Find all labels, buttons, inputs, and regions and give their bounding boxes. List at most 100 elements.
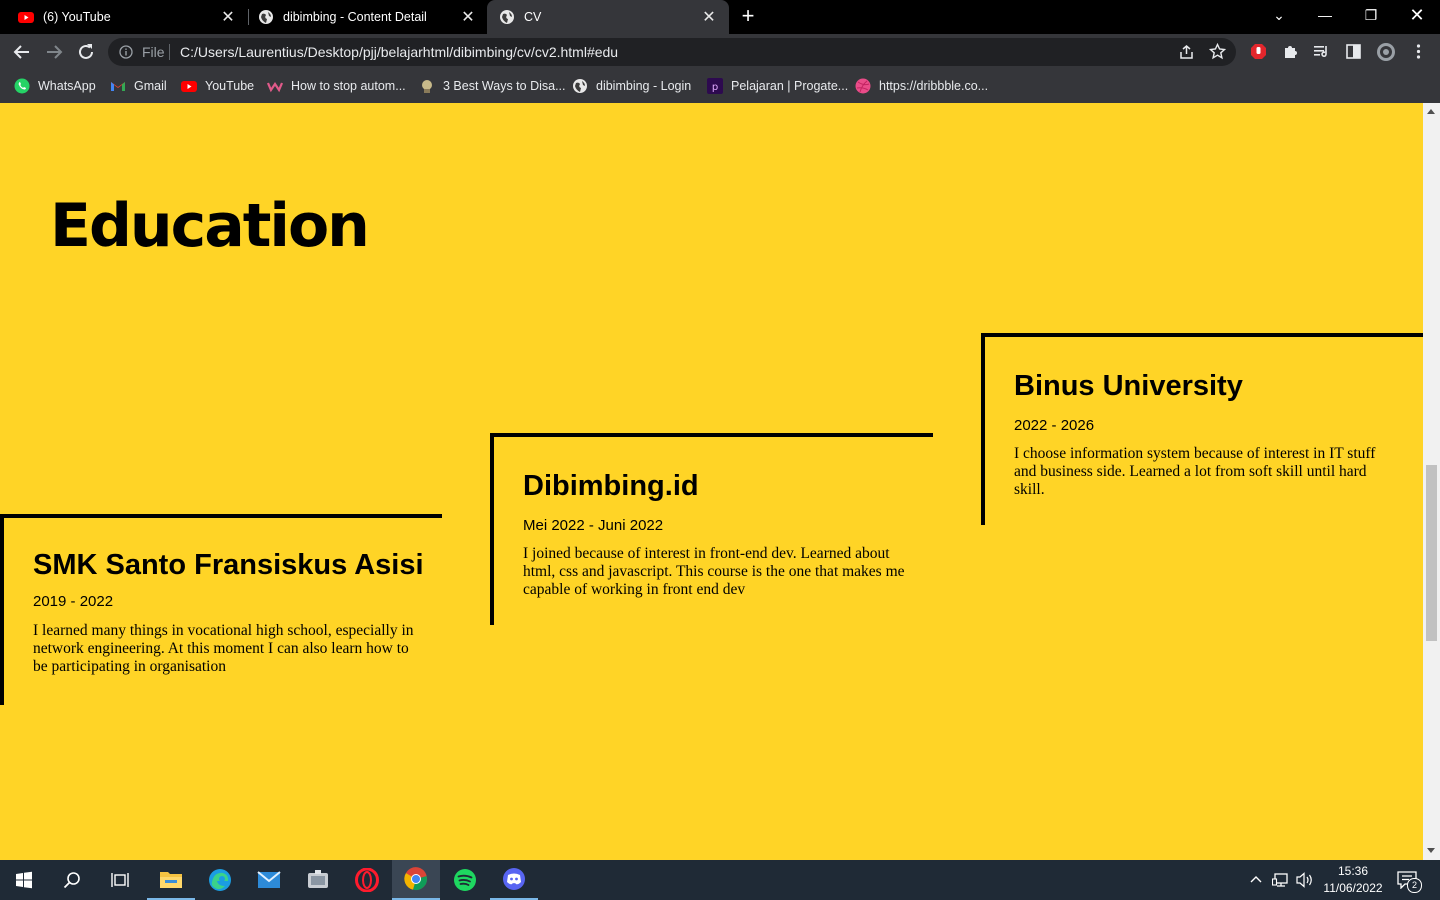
tab-cv[interactable]: CV ✕ — [487, 0, 729, 34]
bookmark-site-icon — [422, 80, 432, 93]
close-window-button[interactable]: ✕ — [1394, 0, 1440, 30]
youtube-icon — [181, 81, 197, 92]
school-name: SMK Santo Fransiskus Asisi — [33, 549, 424, 581]
adblock-extension-icon[interactable] — [1250, 43, 1267, 60]
bookmark-dribbble[interactable]: https://dribbble.co... — [855, 76, 988, 96]
notification-center-button[interactable]: 2 — [1394, 868, 1424, 893]
address-bar[interactable]: File C:/Users/Laurentius/Desktop/pjj/bel… — [108, 38, 1236, 66]
school-name: Binus University — [1014, 370, 1243, 402]
start-button[interactable] — [0, 860, 48, 900]
file-explorer-button[interactable] — [147, 860, 195, 900]
app-icon — [308, 870, 328, 888]
spotify-icon — [454, 869, 476, 891]
tab-youtube[interactable]: (6) YouTube ✕ — [0, 0, 248, 34]
education-card-smk: SMK Santo Fransiskus Asisi 2019 - 2022 I… — [0, 514, 442, 705]
bookmark-label: 3 Best Ways to Disa... — [443, 79, 566, 93]
bookmark-how-to-stop[interactable]: How to stop autom... — [267, 76, 406, 96]
bookmark-3-best-ways[interactable]: 3 Best Ways to Disa... — [419, 76, 566, 96]
page-viewport: Education SMK Santo Fransiskus Asisi 201… — [0, 103, 1423, 860]
network-icon[interactable] — [1272, 872, 1290, 888]
bookmark-dibimbing-login[interactable]: dibimbing - Login — [572, 76, 691, 96]
globe-icon — [259, 10, 273, 24]
system-clock[interactable]: 15:36 11/06/2022 — [1322, 863, 1384, 897]
bookmark-label: Gmail — [134, 79, 167, 93]
bookmark-youtube[interactable]: YouTube — [181, 76, 254, 96]
bookmark-progate[interactable]: p Pelajaran | Progate... — [707, 76, 848, 96]
edge-button[interactable] — [196, 860, 244, 900]
bookmark-label: How to stop autom... — [291, 79, 406, 93]
share-icon[interactable] — [1178, 44, 1195, 61]
url-text[interactable]: C:/Users/Laurentius/Desktop/pjj/belajarh… — [180, 44, 618, 60]
opera-icon — [355, 868, 379, 892]
url-scheme-label: File — [142, 44, 165, 60]
bookmark-site-icon — [267, 82, 283, 93]
tab-title: CV — [524, 10, 542, 24]
media-controls-icon[interactable] — [1313, 43, 1330, 60]
discord-icon — [503, 868, 525, 890]
tab-title: dibimbing - Content Detail — [283, 10, 427, 24]
volume-icon[interactable] — [1296, 872, 1314, 888]
bookmark-whatsapp[interactable]: WhatsApp — [14, 76, 96, 96]
profile-avatar-icon[interactable] — [1376, 42, 1396, 62]
bookmark-label: https://dribbble.co... — [879, 79, 989, 93]
education-card-binus: Binus University 2022 - 2026 I choose in… — [981, 333, 1423, 525]
info-icon[interactable] — [119, 45, 133, 59]
mail-icon — [257, 871, 281, 888]
notification-count-badge: 2 — [1407, 878, 1422, 893]
dribbble-icon — [855, 78, 871, 94]
side-panel-icon[interactable] — [1345, 43, 1362, 60]
address-divider — [169, 44, 170, 60]
browser-toolbar: File C:/Users/Laurentius/Desktop/pjj/bel… — [0, 34, 1440, 70]
bookmark-label: WhatsApp — [38, 79, 96, 93]
progate-icon: p — [707, 78, 723, 94]
windows-taskbar: 15:36 11/06/2022 2 — [0, 860, 1440, 900]
globe-icon — [573, 79, 587, 93]
bookmarks-bar: WhatsApp Gmail YouTube How to stop autom… — [0, 70, 1440, 103]
tab-close-button[interactable]: ✕ — [456, 7, 480, 27]
search-icon — [63, 872, 80, 889]
back-arrow-icon[interactable] — [9, 39, 35, 65]
youtube-icon — [18, 12, 34, 23]
bookmark-label: dibimbing - Login — [596, 79, 692, 93]
edge-icon — [209, 869, 231, 891]
school-years: 2019 - 2022 — [33, 593, 114, 610]
show-hidden-icons-chevron-icon[interactable] — [1250, 874, 1262, 884]
school-name: Dibimbing.id — [523, 470, 699, 502]
extensions-puzzle-icon[interactable] — [1282, 43, 1299, 60]
scrollbar-thumb[interactable] — [1426, 465, 1437, 641]
mail-button[interactable] — [245, 860, 293, 900]
tab-search-chevron-icon[interactable]: ⌄ — [1256, 0, 1302, 30]
reload-icon[interactable] — [73, 39, 99, 65]
clock-date: 11/06/2022 — [1323, 881, 1383, 895]
spotify-button[interactable] — [441, 860, 489, 900]
discord-button[interactable] — [490, 860, 538, 900]
app-button[interactable] — [294, 860, 342, 900]
tab-close-button[interactable]: ✕ — [697, 7, 721, 27]
forward-arrow-icon[interactable] — [41, 39, 67, 65]
bookmark-gmail[interactable]: Gmail — [110, 76, 167, 96]
scroll-down-arrow-icon[interactable] — [1427, 848, 1435, 853]
browser-menu-icon[interactable] — [1410, 43, 1427, 60]
chrome-button[interactable] — [392, 860, 440, 900]
file-explorer-icon — [160, 872, 182, 888]
school-description: I joined because of interest in front-en… — [523, 545, 905, 598]
bookmark-label: YouTube — [205, 79, 255, 93]
bookmark-label: Pelajaran | Progate... — [731, 79, 849, 93]
school-years: Mei 2022 - Juni 2022 — [523, 517, 664, 534]
minimize-button[interactable]: — — [1302, 0, 1348, 30]
start-icon — [16, 871, 32, 889]
tab-dibimbing-content[interactable]: dibimbing - Content Detail ✕ — [240, 0, 488, 34]
page-scrollbar[interactable] — [1423, 103, 1440, 860]
gmail-icon — [111, 82, 125, 91]
tab-title: (6) YouTube — [43, 10, 111, 24]
bookmark-star-icon[interactable] — [1209, 43, 1226, 60]
search-button[interactable] — [48, 860, 96, 900]
globe-icon — [500, 10, 514, 24]
task-view-button[interactable] — [96, 860, 144, 900]
scroll-up-arrow-icon[interactable] — [1427, 109, 1435, 114]
new-tab-button[interactable]: + — [738, 5, 758, 29]
opera-button[interactable] — [343, 860, 391, 900]
restore-button[interactable]: ❐ — [1348, 0, 1394, 30]
tab-close-button[interactable]: ✕ — [216, 7, 240, 27]
clock-time: 15:36 — [1337, 864, 1369, 878]
